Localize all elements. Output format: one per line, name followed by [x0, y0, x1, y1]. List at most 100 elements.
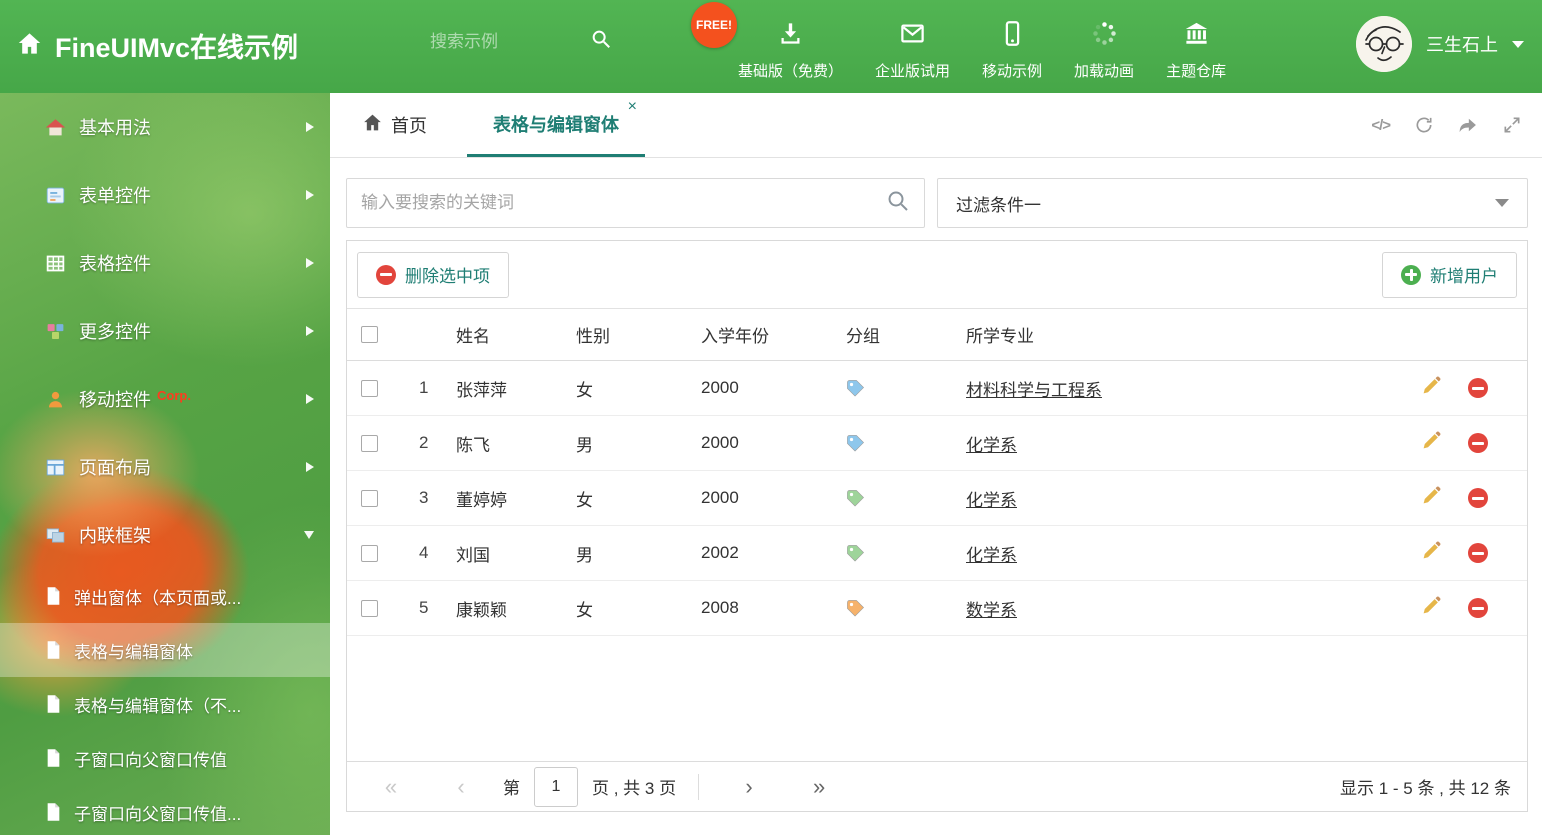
cell-year: 2000	[701, 433, 739, 452]
home-icon	[16, 30, 43, 62]
sidebar-item-more-controls[interactable]: 更多控件	[0, 297, 330, 365]
column-header-name: 姓名	[456, 327, 490, 346]
edit-pencil-icon[interactable]	[1421, 485, 1442, 511]
prev-page-button[interactable]: ‹	[433, 774, 489, 800]
cell-year: 2000	[701, 488, 739, 507]
cell-name: 董婷婷	[456, 490, 507, 510]
cell-gender: 男	[576, 435, 593, 455]
column-header-group: 分组	[846, 327, 880, 346]
add-user-button[interactable]: 新增用户	[1382, 251, 1517, 298]
username: 三生石上	[1426, 35, 1498, 55]
table-header-row: 姓名 性别 入学年份 分组 所学专业	[347, 309, 1527, 361]
delete-row-icon[interactable]	[1468, 488, 1488, 508]
user-menu[interactable]: 三生石上	[1356, 16, 1524, 72]
tag-icon	[846, 489, 865, 508]
brand-logo[interactable]: FineUIMvc在线示例	[16, 26, 298, 65]
delete-row-icon[interactable]	[1468, 378, 1488, 398]
tab-grid-edit-window[interactable]: 表格与编辑窗体 ×	[467, 93, 645, 157]
sidebar-subitem-label: 子窗口向父窗口传值	[74, 750, 227, 770]
pagination-bar: « ‹ 第 页 , 共 3 页 › » 显示 1 - 5 条 , 共 12 条	[347, 761, 1527, 811]
sidebar-subitem-popup-window[interactable]: 弹出窗体（本页面或...	[0, 569, 330, 623]
edit-pencil-icon[interactable]	[1421, 430, 1442, 456]
grid-toolbar: 删除选中项 新增用户	[347, 241, 1527, 309]
tag-icon	[846, 544, 865, 563]
nav-item-basic-free[interactable]: 基础版（免费）	[722, 14, 859, 87]
envelope-icon	[899, 20, 926, 52]
sidebar-subitem-child-to-parent-alt[interactable]: 子窗口向父窗口传值...	[0, 785, 330, 835]
sidebar-subitem-grid-edit-window-alt[interactable]: 表格与编辑窗体（不...	[0, 677, 330, 731]
sidebar-subitem-child-to-parent[interactable]: 子窗口向父窗口传值	[0, 731, 330, 785]
row-index: 1	[419, 378, 429, 397]
sidebar-item-mobile-controls[interactable]: 移动控件 Corp.	[0, 365, 330, 433]
home-icon	[45, 117, 66, 138]
filter-dropdown[interactable]: 过滤条件一	[937, 178, 1528, 228]
nav-item-loading-animation[interactable]: 加载动画	[1058, 14, 1150, 87]
nav-label: 移动示例	[982, 63, 1043, 80]
file-icon	[45, 694, 62, 714]
major-link[interactable]: 化学系	[966, 546, 1017, 565]
major-link[interactable]: 化学系	[966, 436, 1017, 455]
main-content: 首页 表格与编辑窗体 × </> 输入要搜索的关键词 过滤条件一 删除选中项 新…	[330, 93, 1542, 835]
search-icon[interactable]	[886, 189, 910, 218]
edit-pencil-icon[interactable]	[1421, 595, 1442, 621]
nav-item-mobile-demo[interactable]: 移动示例	[966, 14, 1058, 87]
close-icon[interactable]: ×	[628, 99, 637, 115]
grid-empty-area	[347, 636, 1527, 761]
edit-pencil-icon[interactable]	[1421, 375, 1442, 401]
row-checkbox[interactable]	[361, 544, 378, 562]
tab-home[interactable]: 首页	[346, 93, 443, 157]
search-icon[interactable]	[590, 28, 612, 55]
sidebar-item-page-layout[interactable]: 页面布局	[0, 433, 330, 501]
row-checkbox[interactable]	[361, 379, 378, 397]
first-page-button[interactable]: «	[363, 774, 419, 800]
next-page-button[interactable]: ›	[721, 774, 777, 800]
cell-name: 刘国	[456, 545, 490, 565]
last-page-button[interactable]: »	[791, 774, 847, 800]
delete-row-icon[interactable]	[1468, 433, 1488, 453]
cell-year: 2002	[701, 543, 739, 562]
column-header-gender: 性别	[576, 327, 610, 346]
header-search-input[interactable]	[430, 31, 580, 52]
edit-pencil-icon[interactable]	[1421, 540, 1442, 566]
source-code-icon[interactable]: </>	[1371, 117, 1391, 134]
open-in-new-icon[interactable]	[1458, 115, 1478, 135]
delete-row-icon[interactable]	[1468, 598, 1488, 618]
page-number-input[interactable]	[534, 766, 578, 807]
cell-gender: 女	[576, 490, 593, 510]
nav-item-enterprise-trial[interactable]: 企业版试用	[859, 14, 966, 87]
header-nav: 基础版（免费） 企业版试用 移动示例 加载动画 主题仓库	[722, 14, 1242, 87]
page-suffix-label: 页 , 共 3 页	[592, 779, 677, 798]
row-checkbox[interactable]	[361, 434, 378, 452]
delete-selected-label: 删除选中项	[405, 267, 490, 286]
major-link[interactable]: 化学系	[966, 491, 1017, 510]
row-checkbox[interactable]	[361, 489, 378, 507]
table-icon	[45, 253, 66, 274]
filter-row: 过滤条件一	[346, 178, 1528, 228]
refresh-icon[interactable]	[1414, 115, 1434, 135]
row-checkbox[interactable]	[361, 599, 378, 617]
tab-label: 首页	[391, 116, 427, 136]
sidebar-subitem-label: 子窗口向父窗口传值...	[74, 804, 242, 824]
table-row: 3 董婷婷 女 2000 化学系	[347, 471, 1527, 526]
table-row: 5 康颖颖 女 2008 数学系	[347, 581, 1527, 636]
sidebar-item-form-controls[interactable]: 表单控件	[0, 161, 330, 229]
sidebar-item-iframe[interactable]: 内联框架	[0, 501, 330, 569]
record-summary: 显示 1 - 5 条 , 共 12 条	[1340, 779, 1511, 798]
nav-item-theme-repo[interactable]: 主题仓库	[1150, 14, 1242, 87]
major-link[interactable]: 材料科学与工程系	[966, 381, 1102, 400]
keyword-search-input[interactable]	[361, 193, 886, 213]
bank-icon	[1183, 20, 1210, 52]
delete-selected-button[interactable]: 删除选中项	[357, 251, 509, 298]
chevron-down-icon	[1512, 40, 1524, 48]
sidebar-item-basic-usage[interactable]: 基本用法	[0, 93, 330, 161]
select-all-checkbox[interactable]	[361, 326, 378, 343]
expand-icon[interactable]	[1502, 115, 1522, 135]
sidebar-item-grid-controls[interactable]: 表格控件	[0, 229, 330, 297]
chevron-right-icon	[306, 462, 314, 472]
delete-row-icon[interactable]	[1468, 543, 1488, 563]
form-icon	[45, 185, 66, 206]
sidebar-subitem-grid-edit-window[interactable]: 表格与编辑窗体	[0, 623, 330, 677]
chevron-right-icon	[306, 394, 314, 404]
major-link[interactable]: 数学系	[966, 601, 1017, 620]
chevron-down-icon	[304, 531, 314, 539]
